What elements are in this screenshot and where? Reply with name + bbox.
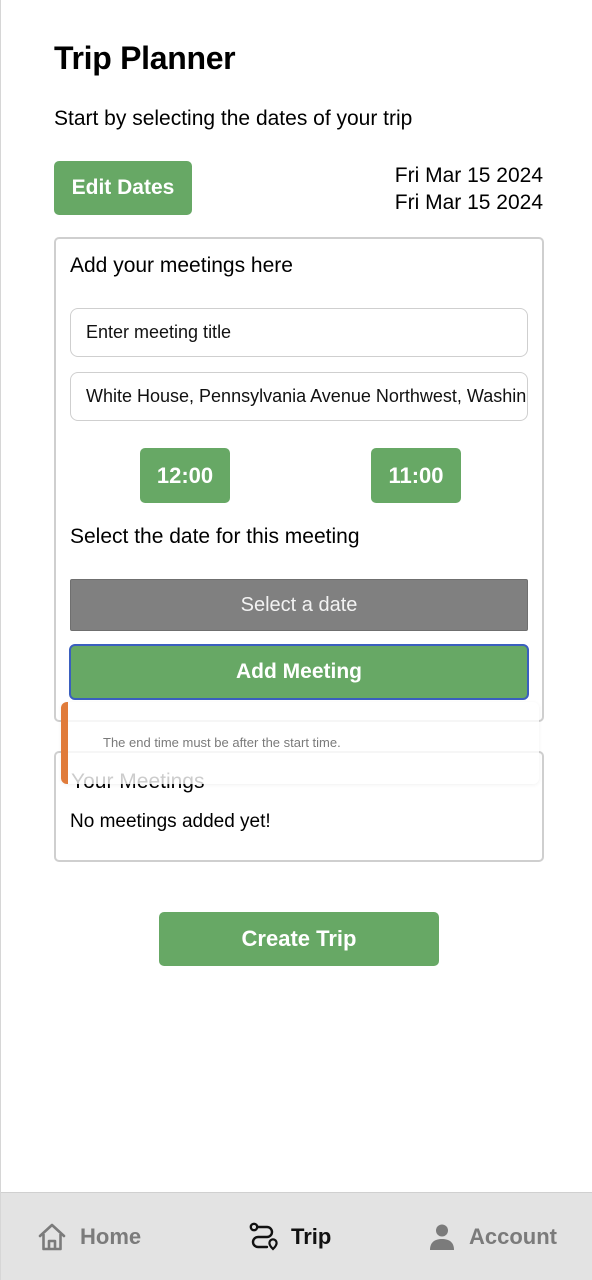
add-meeting-heading: Add your meetings here	[70, 254, 293, 277]
meeting-title-input[interactable]: Enter meeting title	[70, 308, 528, 357]
trip-planner-screen: Trip Planner Start by selecting the date…	[0, 0, 592, 1280]
error-toast[interactable]: The end time must be after the start tim…	[61, 702, 539, 784]
start-time-button[interactable]: 12:00	[140, 448, 230, 503]
tab-home-label: Home	[80, 1224, 142, 1249]
tab-trip-label: Trip	[291, 1224, 332, 1249]
page-title: Trip Planner	[54, 40, 236, 76]
route-icon	[247, 1221, 279, 1253]
create-trip-button[interactable]: Create Trip	[159, 912, 439, 966]
tab-account-label: Account	[469, 1224, 557, 1249]
tab-account[interactable]: Account	[427, 1193, 557, 1280]
add-meeting-button[interactable]: Add Meeting	[69, 644, 529, 700]
trip-date-range: Fri Mar 15 2024 Fri Mar 15 2024	[395, 162, 543, 216]
meeting-location-input[interactable]: White House, Pennsylvania Avenue Northwe…	[70, 372, 528, 421]
edit-dates-button[interactable]: Edit Dates	[54, 161, 192, 215]
end-time-button[interactable]: 11:00	[371, 448, 461, 503]
meeting-date-label: Select the date for this meeting	[70, 525, 360, 548]
meetings-empty-text: No meetings added yet!	[70, 811, 271, 832]
trip-end-date: Fri Mar 15 2024	[394, 191, 543, 214]
home-icon	[36, 1222, 68, 1252]
toast-message: The end time must be after the start tim…	[103, 735, 341, 750]
select-date-button[interactable]: Select a date	[70, 579, 528, 631]
tab-trip[interactable]: Trip	[247, 1193, 331, 1280]
tab-home[interactable]: Home	[36, 1193, 141, 1280]
bottom-tab-bar: Home Trip Account	[1, 1192, 592, 1280]
page-subtitle: Start by selecting the dates of your tri…	[54, 107, 413, 130]
trip-start-date: Fri Mar 15 2024	[394, 164, 543, 187]
person-icon	[427, 1222, 457, 1252]
